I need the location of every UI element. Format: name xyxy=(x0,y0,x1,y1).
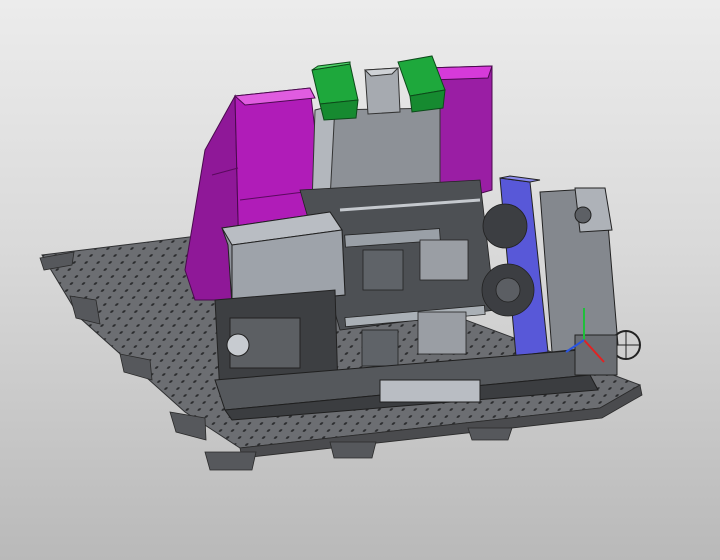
cad-viewport[interactable] xyxy=(0,0,720,560)
model-scene[interactable] xyxy=(0,0,720,560)
left-gearbox xyxy=(214,211,346,396)
